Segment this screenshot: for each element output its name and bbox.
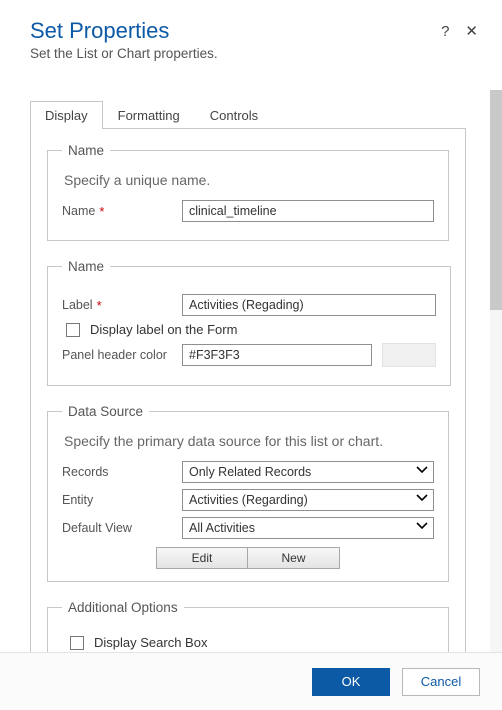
group-label: Name Label * Display label on the Form P… [47,259,451,386]
name-label: Name * [62,204,182,219]
display-search-checkbox[interactable] [70,636,84,650]
entity-select[interactable] [182,489,434,511]
set-properties-dialog: Set Properties Set the List or Chart pro… [0,0,502,710]
group-label-legend: Name [62,259,110,274]
required-marker: * [99,204,104,219]
required-marker: * [97,298,102,313]
header-color-swatch[interactable] [382,343,436,367]
header-color-label: Panel header color [62,348,182,362]
records-label: Records [62,465,182,479]
dialog-footer: OK Cancel [0,652,502,710]
group-data-source: Data Source Specify the primary data sou… [47,404,449,582]
scrollbar-thumb[interactable] [490,90,502,310]
group-add-legend: Additional Options [62,600,184,615]
group-ds-hint: Specify the primary data source for this… [64,433,434,449]
group-additional-options: Additional Options Display Search Box Di… [47,600,449,652]
dialog-header: Set Properties Set the List or Chart pro… [0,0,502,67]
help-icon[interactable]: ? [441,23,449,40]
group-name: Name Specify a unique name. Name * [47,143,449,241]
group-name-hint: Specify a unique name. [64,172,434,188]
records-select[interactable] [182,461,434,483]
label-label: Label * [62,298,182,313]
entity-label: Entity [62,493,182,507]
tab-panel-display: Name Specify a unique name. Name * Name … [30,129,466,652]
name-input[interactable] [182,200,434,222]
dialog-title: Set Properties [30,18,472,44]
close-icon[interactable]: ✕ [465,22,478,40]
display-label-text: Display label on the Form [90,322,237,337]
ok-button[interactable]: OK [312,668,390,696]
dialog-subtitle: Set the List or Chart properties. [30,46,472,61]
tab-controls[interactable]: Controls [195,101,273,129]
display-label-checkbox[interactable] [66,323,80,337]
scrollbar-track[interactable] [490,90,502,652]
default-view-label: Default View [62,521,182,535]
edit-view-button[interactable]: Edit [156,547,248,569]
header-color-input[interactable] [182,344,372,366]
tab-strip: Display Formatting Controls [30,100,466,129]
group-ds-legend: Data Source [62,404,149,419]
new-view-button[interactable]: New [248,547,340,569]
label-input[interactable] [182,294,436,316]
default-view-select[interactable] [182,517,434,539]
cancel-button[interactable]: Cancel [402,668,480,696]
tab-formatting[interactable]: Formatting [103,101,195,129]
display-search-label: Display Search Box [94,635,207,650]
tab-display[interactable]: Display [30,101,103,129]
group-name-legend: Name [62,143,110,158]
dialog-body: Display Formatting Controls Name Specify… [0,90,490,652]
